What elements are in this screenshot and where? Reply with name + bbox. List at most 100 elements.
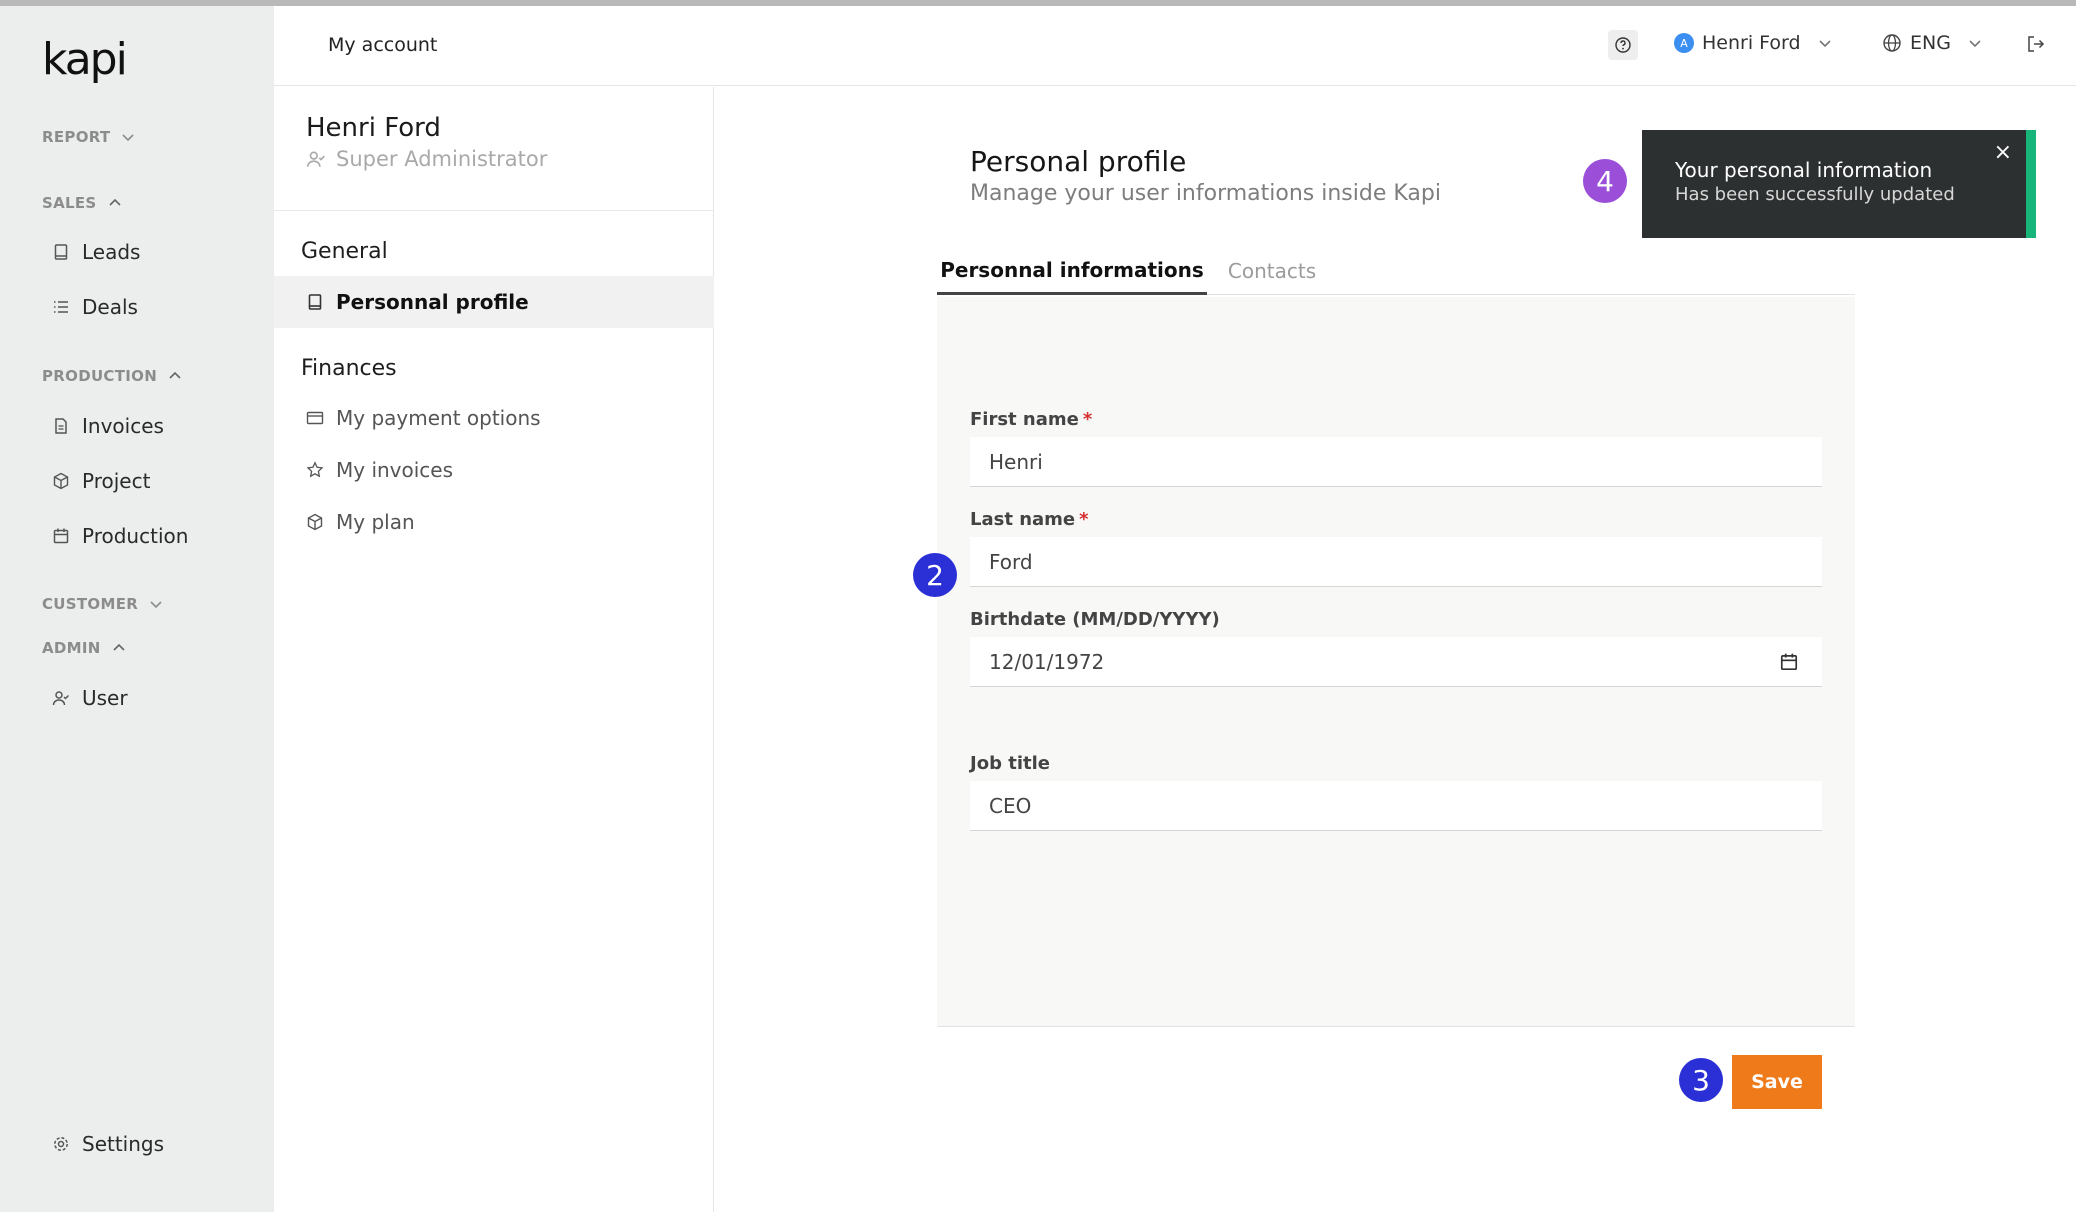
toast-title: Your personal information	[1675, 158, 1933, 182]
profile-name: Henri Ford	[306, 113, 441, 143]
section-label: PRODUCTION	[42, 367, 158, 385]
box-icon	[53, 472, 69, 490]
sidebar-item-label: Project	[82, 469, 151, 493]
calendar-icon[interactable]	[1779, 652, 1799, 672]
toast-message: Has been successfully updated	[1675, 184, 1955, 205]
first-name-field[interactable]	[970, 437, 1822, 487]
profile-role: Super Administrator	[306, 147, 547, 171]
required-mark: *	[1082, 409, 1093, 430]
section-sales[interactable]: SALES	[42, 194, 123, 212]
chevron-down-icon	[150, 601, 162, 609]
sidebar-item-label: Production	[82, 524, 189, 548]
sidebar-item-label: User	[82, 686, 128, 710]
top-bar: My account A Henri Ford ENG	[274, 6, 2076, 86]
user-check-icon	[306, 151, 325, 167]
step-marker-4: 4	[1583, 159, 1627, 203]
sidebar-item-deals[interactable]: Deals	[52, 295, 138, 319]
step-marker-3: 3	[1679, 1058, 1723, 1102]
sidebar-item-label: Leads	[82, 240, 141, 264]
globe-icon	[1883, 34, 1901, 52]
birthdate-label: Birthdate (MM/DD/YYYY)	[970, 609, 1220, 630]
menu-item-label: Personnal profile	[336, 290, 529, 314]
document-icon	[55, 418, 67, 434]
sidebar-item-project[interactable]: Project	[52, 469, 150, 493]
user-menu-button[interactable]: A Henri Ford	[1674, 32, 1833, 54]
first-name-label: First name *	[970, 409, 1092, 430]
avatar: A	[1674, 33, 1694, 53]
last-name-field[interactable]	[970, 537, 1822, 587]
language-selector[interactable]: ENG	[1882, 32, 1983, 54]
sidebar-item-production[interactable]: Production	[52, 524, 188, 548]
required-mark: *	[1079, 509, 1089, 530]
book-icon	[54, 244, 68, 260]
toast-status-bar	[2026, 130, 2036, 238]
sidebar-item-label: Deals	[82, 295, 138, 319]
page-title: Personal profile	[970, 145, 1187, 178]
section-label: SALES	[42, 194, 97, 212]
breadcrumb[interactable]: My account	[328, 34, 437, 56]
star-icon	[306, 461, 324, 478]
birthdate-field[interactable]	[970, 637, 1822, 687]
sidebar-item-invoices[interactable]: Invoices	[52, 414, 164, 438]
book-icon	[308, 294, 322, 310]
section-label: REPORT	[42, 128, 111, 146]
calendar-icon	[53, 528, 69, 544]
help-button[interactable]	[1608, 30, 1638, 60]
main-content: Personal profile Manage your user inform…	[715, 87, 2076, 1212]
chevron-up-icon	[169, 371, 181, 379]
role-label: Super Administrator	[336, 147, 548, 171]
logout-button[interactable]	[2026, 34, 2046, 58]
step-marker-2: 2	[913, 553, 957, 597]
section-label: CUSTOMER	[42, 595, 139, 613]
logout-icon	[2028, 36, 2045, 52]
kapi-logo[interactable]: kapi	[42, 34, 128, 85]
field-label: Last name	[970, 509, 1076, 530]
field-label: First name	[970, 409, 1079, 430]
section-production[interactable]: PRODUCTION	[42, 367, 183, 385]
sidebar-item-label: Settings	[82, 1132, 165, 1156]
section-customer[interactable]: CUSTOMER	[42, 595, 164, 613]
job-title-label: Job title	[970, 753, 1050, 774]
group-general: General	[301, 239, 388, 264]
success-toast: Your personal information Has been succe…	[1642, 130, 2036, 238]
chevron-down-icon	[1818, 40, 1831, 48]
list-icon	[54, 301, 68, 313]
page-subtitle: Manage your user informations inside Kap…	[970, 181, 1441, 206]
menu-item-personal-profile[interactable]: Personnal profile	[274, 276, 714, 328]
sidebar-item-label: Invoices	[82, 414, 164, 438]
user-check-icon	[52, 691, 70, 706]
job-title-field[interactable]	[970, 781, 1822, 831]
last-name-label: Last name *	[970, 509, 1089, 530]
save-button[interactable]: Save	[1732, 1055, 1822, 1109]
menu-item-my-invoices[interactable]: My invoices	[274, 444, 714, 496]
close-icon[interactable]: ×	[1994, 140, 2012, 165]
sidebar-item-leads[interactable]: Leads	[52, 240, 140, 264]
sidebar-item-user[interactable]: User	[52, 686, 128, 710]
menu-item-my-plan[interactable]: My plan	[274, 496, 714, 548]
section-report[interactable]: REPORT	[42, 128, 136, 146]
menu-item-label: My plan	[336, 510, 415, 534]
section-label: ADMIN	[42, 639, 101, 657]
menu-item-label: My invoices	[336, 458, 454, 482]
divider	[274, 210, 714, 211]
chevron-up-icon	[113, 643, 125, 651]
account-menu-panel: Henri Ford Super Administrator General P…	[274, 87, 714, 1212]
group-finances: Finances	[301, 356, 397, 381]
tab-personal-informations[interactable]: Personnal informations	[937, 247, 1207, 295]
tab-bar: Personnal informations Contacts	[937, 247, 1855, 295]
credit-card-icon	[306, 411, 324, 425]
user-name: Henri Ford	[1702, 32, 1801, 54]
section-admin[interactable]: ADMIN	[42, 639, 127, 657]
chevron-down-icon	[1969, 40, 1981, 48]
sidebar: kapi REPORT SALES Leads Deals PRODUCTION…	[0, 6, 274, 1212]
tab-contacts[interactable]: Contacts	[1207, 247, 1337, 295]
profile-form: First name* Last name* Birthdate (MM/DD/…	[937, 297, 1855, 1027]
help-icon	[1615, 37, 1631, 53]
menu-item-label: My payment options	[336, 406, 541, 430]
sidebar-item-settings[interactable]: Settings	[52, 1132, 164, 1156]
box-icon	[307, 513, 323, 531]
menu-item-payment-options[interactable]: My payment options	[274, 392, 714, 444]
chevron-up-icon	[108, 198, 121, 206]
language-label: ENG	[1910, 32, 1951, 54]
chevron-down-icon	[122, 134, 135, 142]
